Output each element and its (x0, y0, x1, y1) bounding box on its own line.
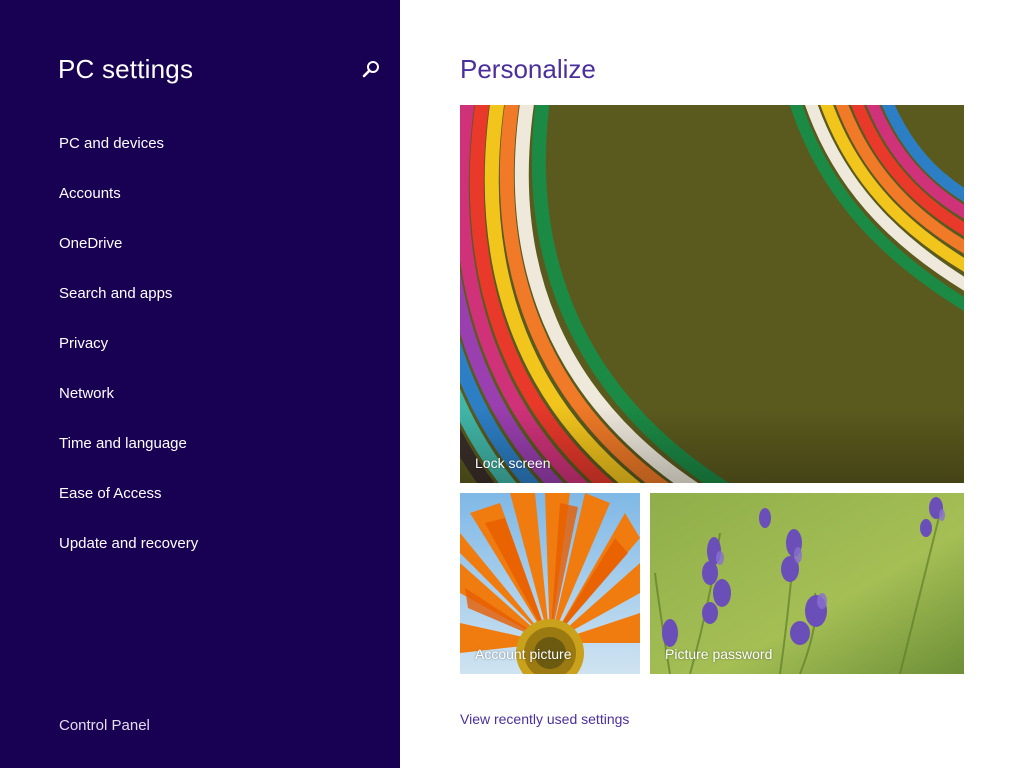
sidebar-item-privacy[interactable]: Privacy (59, 331, 198, 381)
sidebar-item-update-and-recovery[interactable]: Update and recovery (59, 531, 198, 581)
lock-screen-label: Lock screen (475, 455, 551, 471)
pc-settings-window: PC settings PC and devices Accounts OneD… (0, 0, 1024, 768)
lock-screen-image (460, 105, 964, 483)
picture-password-tile[interactable]: Picture password (650, 493, 964, 674)
sidebar-item-onedrive[interactable]: OneDrive (59, 231, 198, 281)
account-picture-label: Account picture (475, 646, 572, 662)
lock-screen-tile[interactable]: Lock screen (460, 105, 964, 483)
sidebar-item-search-and-apps[interactable]: Search and apps (59, 281, 198, 331)
search-button[interactable] (360, 58, 382, 80)
sidebar-item-accounts[interactable]: Accounts (59, 181, 198, 231)
account-picture-tile[interactable]: Account picture (460, 493, 640, 674)
sidebar-item-ease-of-access[interactable]: Ease of Access (59, 481, 198, 531)
sidebar-title: PC settings (58, 54, 194, 84)
sidebar-item-time-and-language[interactable]: Time and language (59, 431, 198, 481)
sidebar-item-network[interactable]: Network (59, 381, 198, 431)
sidebar: PC settings PC and devices Accounts OneD… (0, 0, 400, 768)
main-content: Personalize Lock screen Account picture … (400, 0, 1024, 768)
sidebar-nav: PC and devices Accounts OneDrive Search … (59, 131, 198, 581)
search-icon (362, 61, 379, 78)
page-title: Personalize (460, 54, 596, 84)
control-panel-link[interactable]: Control Panel (59, 717, 150, 734)
sidebar-item-pc-and-devices[interactable]: PC and devices (59, 131, 198, 181)
picture-password-label: Picture password (665, 646, 773, 662)
view-recently-used-settings-link[interactable]: View recently used settings (460, 711, 629, 727)
